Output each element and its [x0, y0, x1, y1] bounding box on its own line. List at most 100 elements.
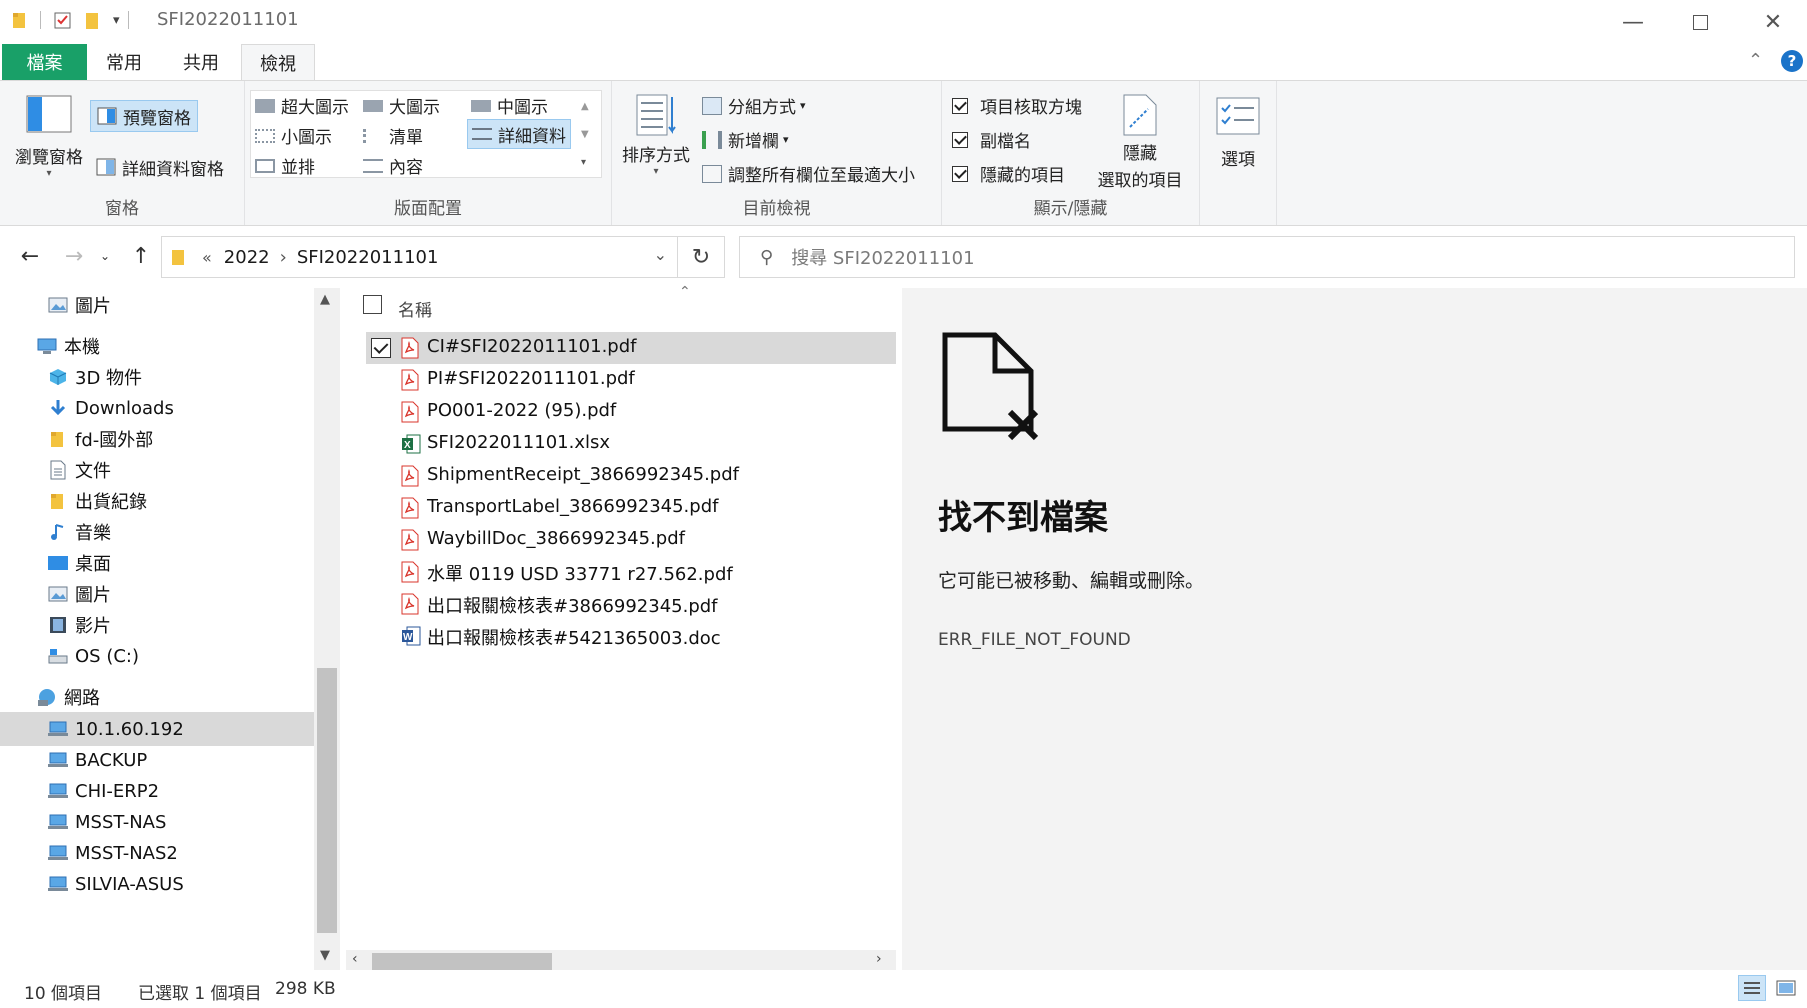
- hidden-items-toggle[interactable]: 隱藏的項目: [952, 161, 1065, 186]
- nav-tree-item[interactable]: 網路: [0, 680, 314, 714]
- layout-label: 超大圖示: [281, 98, 349, 118]
- nav-tree-item[interactable]: 文件: [0, 453, 314, 487]
- maximize-button[interactable]: [1677, 0, 1723, 44]
- gallery-up-icon[interactable]: ▲: [581, 93, 589, 121]
- folder-icon: [13, 13, 25, 28]
- file-name: 水單 0119 USD 33771 r27.562.pdf: [427, 564, 733, 585]
- nav-tree-item[interactable]: 桌面: [0, 546, 314, 580]
- customize-qa-icon[interactable]: ▾: [113, 13, 120, 28]
- address-bar[interactable]: « 2022 › SFI2022011101 ⌄: [161, 236, 678, 278]
- row-checkbox[interactable]: [371, 338, 391, 358]
- checkbox-checked[interactable]: [952, 165, 968, 182]
- layout-small-icons[interactable]: 小圖示: [255, 123, 332, 148]
- file-list-hscrollbar[interactable]: ‹ ›: [346, 950, 896, 972]
- group-by-button[interactable]: 分組方式 ▾: [702, 93, 806, 118]
- sort-by-button[interactable]: 排序方式 ▾: [620, 81, 692, 177]
- scrollbar-thumb[interactable]: [317, 668, 337, 933]
- gallery-down-icon[interactable]: ▼: [581, 121, 589, 149]
- file-row[interactable]: CI#SFI2022011101.pdf: [366, 332, 896, 364]
- layout-list[interactable]: 清單: [363, 123, 423, 148]
- select-all-checkbox[interactable]: [363, 295, 382, 314]
- nav-tree-item[interactable]: MSST-NAS: [0, 805, 314, 839]
- file-row[interactable]: X SFI2022011101.xlsx: [366, 428, 896, 460]
- options-button[interactable]: 選項: [1210, 81, 1266, 170]
- close-button[interactable]: ✕: [1750, 0, 1796, 44]
- details-view-button[interactable]: [1738, 975, 1766, 1001]
- breadcrumb-overflow[interactable]: «: [202, 248, 212, 267]
- checkbox-checked[interactable]: [952, 131, 968, 148]
- preview-pane-button[interactable]: 預覽窗格: [90, 100, 198, 132]
- file-row[interactable]: 水單 0119 USD 33771 r27.562.pdf: [366, 556, 896, 588]
- item-checkboxes-toggle[interactable]: 項目核取方塊: [952, 93, 1082, 118]
- nav-tree-item[interactable]: CHI-ERP2: [0, 774, 314, 808]
- file-row[interactable]: TransportLabel_3866992345.pdf: [366, 492, 896, 524]
- file-row[interactable]: ShipmentReceipt_3866992345.pdf: [366, 460, 896, 492]
- file-row[interactable]: PI#SFI2022011101.pdf: [366, 364, 896, 396]
- sort-ascending-icon: ⌃: [679, 284, 691, 300]
- layout-large-icons[interactable]: 大圖示: [363, 93, 440, 118]
- tab-share[interactable]: 共用: [165, 44, 237, 80]
- nav-tree-label: CHI-ERP2: [75, 780, 160, 802]
- nav-tree-item[interactable]: 10.1.60.192: [0, 712, 314, 746]
- breadcrumb-2022[interactable]: 2022: [224, 247, 270, 268]
- layout-tiles[interactable]: 並排: [255, 153, 315, 178]
- up-button[interactable]: ↑: [124, 238, 158, 274]
- file-row[interactable]: WaybillDoc_3866992345.pdf: [366, 524, 896, 556]
- nav-tree-item[interactable]: MSST-NAS2: [0, 836, 314, 870]
- scroll-left-icon[interactable]: ‹: [352, 951, 358, 967]
- scrollbar-thumb[interactable]: [372, 953, 552, 971]
- tab-file[interactable]: 檔案: [2, 44, 87, 80]
- properties-icon[interactable]: [53, 10, 73, 30]
- file-row[interactable]: PO001-2022 (95).pdf: [366, 396, 896, 428]
- column-header-name[interactable]: 名稱: [398, 296, 432, 321]
- layout-extra-large-icons[interactable]: 超大圖示: [255, 93, 349, 118]
- scroll-right-icon[interactable]: ›: [876, 951, 882, 967]
- breadcrumb-current-folder[interactable]: SFI2022011101: [297, 247, 439, 268]
- nav-tree-item[interactable]: OS (C:): [0, 639, 314, 673]
- nav-tree-item[interactable]: SILVIA-ASUS: [0, 867, 314, 901]
- minimize-button[interactable]: —: [1610, 0, 1656, 44]
- address-dropdown-icon[interactable]: ⌄: [654, 245, 667, 264]
- gallery-scroll[interactable]: ▲ ▼ ▾: [581, 93, 589, 177]
- nav-pane-scrollbar[interactable]: ▲ ▼: [314, 288, 340, 970]
- hide-selected-button[interactable]: 隱藏 選取的項目: [1092, 81, 1188, 191]
- scroll-up-icon[interactable]: ▲: [320, 292, 330, 307]
- checkbox-checked[interactable]: [952, 97, 968, 114]
- file-extensions-toggle[interactable]: 副檔名: [952, 127, 1031, 152]
- scroll-down-icon[interactable]: ▼: [320, 948, 330, 963]
- file-row[interactable]: W 出口報關檢核表#5421365003.doc: [366, 620, 896, 652]
- nav-tree-item[interactable]: BACKUP: [0, 743, 314, 777]
- size-columns-button[interactable]: 調整所有欄位至最適大小: [702, 161, 915, 186]
- collapse-ribbon-icon[interactable]: ⌃: [1748, 50, 1763, 71]
- nav-tree-item[interactable]: 圖片: [0, 288, 314, 322]
- layout-medium-icons[interactable]: 中圖示: [471, 93, 548, 118]
- refresh-button[interactable]: ↻: [678, 236, 725, 278]
- back-button[interactable]: ←: [13, 238, 47, 274]
- nav-tree-item[interactable]: 圖片: [0, 577, 314, 611]
- file-row[interactable]: 出口報關檢核表#3866992345.pdf: [366, 588, 896, 620]
- new-folder-icon[interactable]: [85, 10, 101, 30]
- nav-tree-item[interactable]: 音樂: [0, 515, 314, 549]
- nav-tree-item[interactable]: fd-國外部: [0, 422, 314, 456]
- documents-icon: [47, 460, 69, 480]
- layout-details[interactable]: 詳細資料: [467, 119, 571, 149]
- details-pane-button[interactable]: 詳細資料窗格: [96, 151, 224, 183]
- recent-locations-button[interactable]: ⌄: [93, 238, 117, 274]
- nav-tree-item[interactable]: 本機: [0, 329, 314, 363]
- navigation-pane-button[interactable]: 瀏覽窗格 ▾: [14, 81, 84, 179]
- forward-button[interactable]: →: [57, 238, 91, 274]
- add-columns-label: 新增欄: [728, 132, 779, 152]
- layout-content[interactable]: 內容: [363, 153, 423, 178]
- nav-tree-item[interactable]: 出貨紀錄: [0, 484, 314, 518]
- tab-view[interactable]: 檢視: [241, 44, 315, 81]
- tab-home[interactable]: 常用: [88, 44, 160, 80]
- add-columns-button[interactable]: 新增欄 ▾: [702, 127, 789, 152]
- help-icon[interactable]: ?: [1781, 50, 1803, 72]
- gallery-more-icon[interactable]: ▾: [581, 149, 589, 177]
- nav-tree-item[interactable]: Downloads: [0, 391, 314, 425]
- nav-tree-item[interactable]: 3D 物件: [0, 360, 314, 394]
- search-box[interactable]: ⚲ 搜尋 SFI2022011101: [739, 236, 1795, 278]
- content-icon: [363, 158, 383, 173]
- nav-tree-item[interactable]: 影片: [0, 608, 314, 642]
- large-icons-view-button[interactable]: [1772, 975, 1800, 1001]
